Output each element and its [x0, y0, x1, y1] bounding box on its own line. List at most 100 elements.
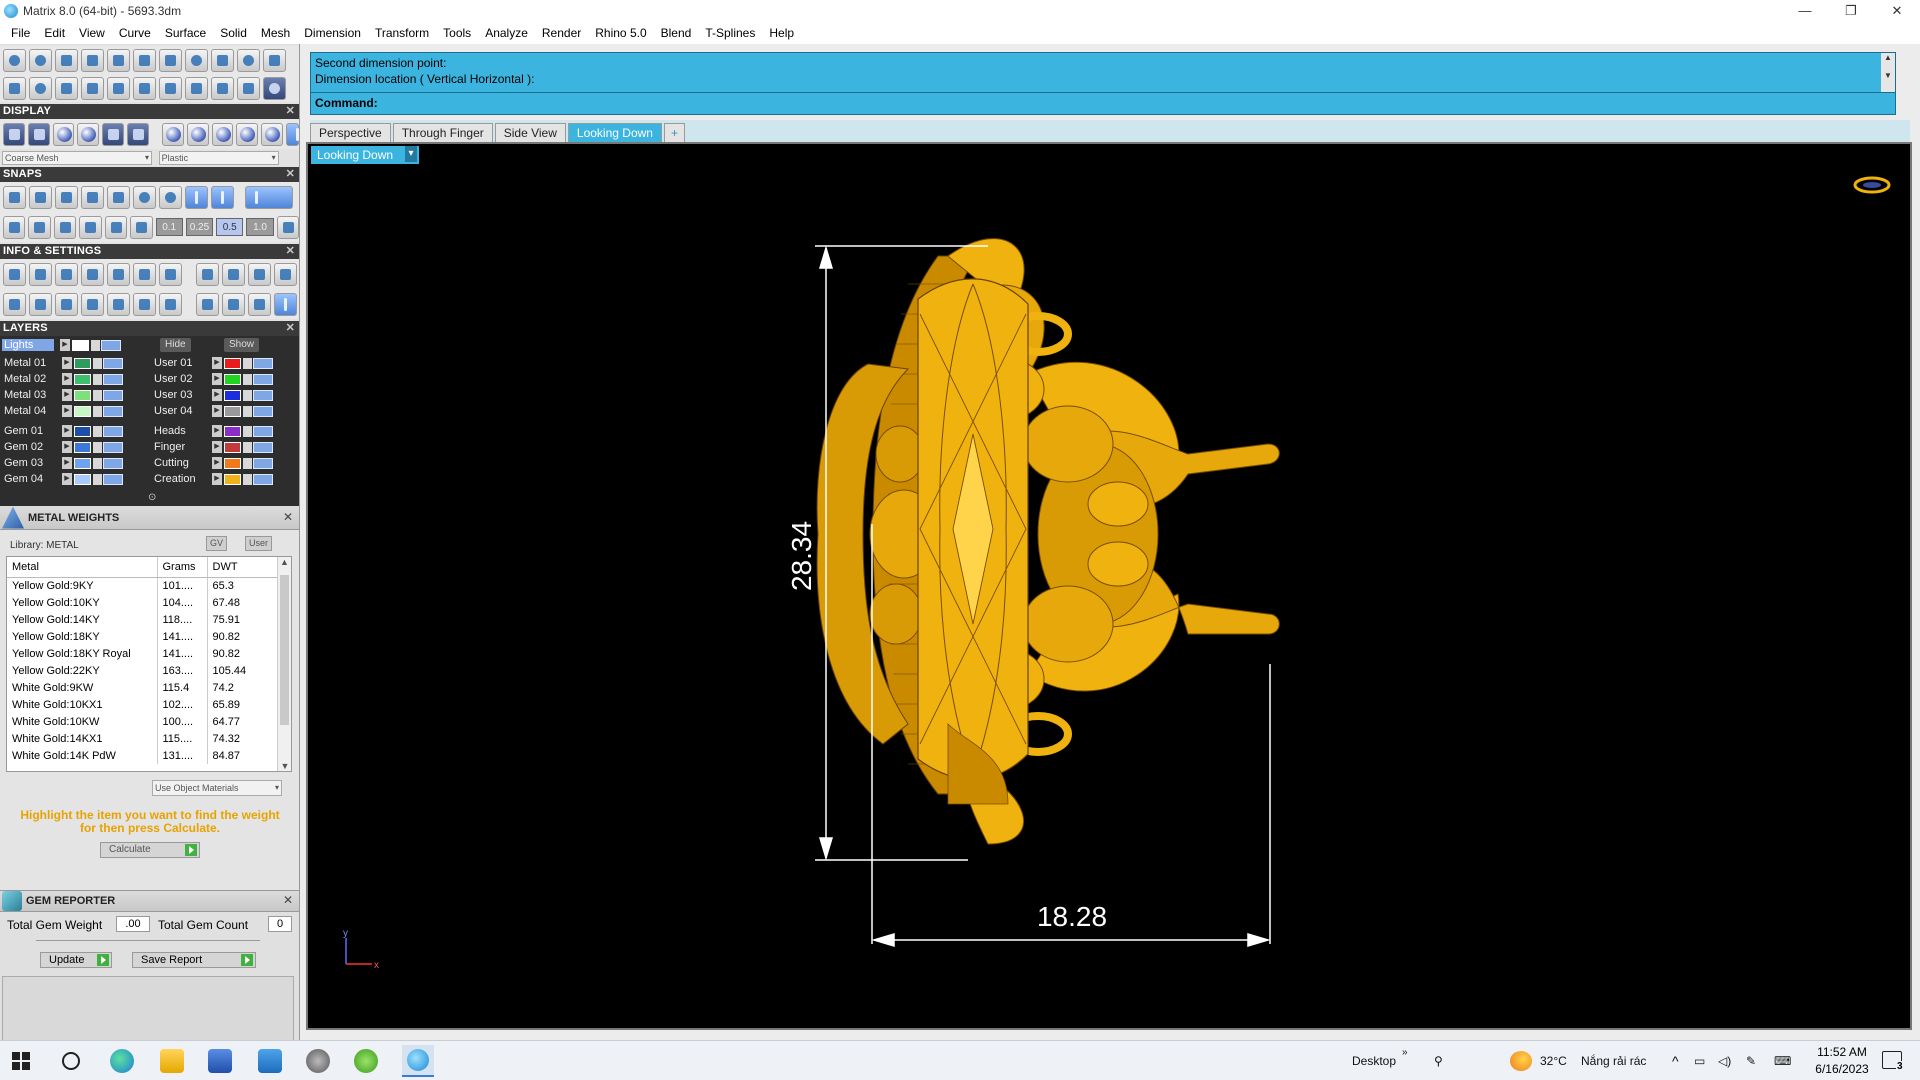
save-report-button[interactable]: Save Report	[132, 952, 256, 968]
lock-icon[interactable]	[243, 441, 252, 453]
menu-solid[interactable]: Solid	[213, 22, 254, 44]
column-header-metal[interactable]: Metal	[7, 557, 158, 578]
layer-menu-arrow[interactable]: ▶	[62, 389, 72, 401]
menu-tsplines[interactable]: T-Splines	[698, 22, 762, 44]
people-icon[interactable]: ⚲	[1434, 1041, 1443, 1080]
viewport-looking-down[interactable]: Looking Down ▾ 28.34 18.28 y x	[306, 142, 1912, 1030]
layer-color-swatch[interactable]	[224, 425, 241, 437]
render-sphere-icon[interactable]	[52, 122, 75, 146]
layer-menu-arrow[interactable]: ▶	[62, 373, 72, 385]
fillet-tool-icon[interactable]	[55, 76, 78, 100]
weather-temperature[interactable]: 32°C	[1540, 1041, 1567, 1080]
use-object-materials-select[interactable]: Use Object Materials	[152, 780, 282, 796]
layer-menu-arrow[interactable]: ▶	[62, 441, 72, 453]
layer-name[interactable]: Cutting	[152, 457, 212, 469]
layer-name[interactable]: Metal 02	[2, 373, 62, 385]
wireframe-icon[interactable]	[3, 122, 25, 146]
snap-quad-icon[interactable]	[159, 185, 182, 209]
snap-perp-icon[interactable]	[107, 185, 130, 209]
network-icon[interactable]: ▭	[1694, 1041, 1705, 1080]
weather-description[interactable]: Nắng rải rác	[1581, 1041, 1646, 1080]
table-icon[interactable]	[159, 292, 182, 316]
table-row[interactable]: Yellow Gold:18KY 141.... 90.82	[7, 628, 278, 645]
layer-row[interactable]: Heads ▶	[152, 424, 273, 438]
layer-menu-arrow[interactable]: ▶	[212, 405, 222, 417]
layer-color-swatch[interactable]	[74, 357, 91, 369]
object-properties-icon[interactable]	[107, 262, 130, 286]
box-icon[interactable]	[81, 262, 104, 286]
lock-icon[interactable]	[93, 473, 102, 485]
snap-knot-icon[interactable]	[211, 185, 234, 209]
layer-visibility-toggle[interactable]	[103, 473, 123, 485]
file-save-icon[interactable]	[248, 262, 271, 286]
layer-name[interactable]: Gem 03	[2, 457, 62, 469]
prong-tool-icon[interactable]	[211, 48, 234, 72]
material-sphere-2-icon[interactable]	[186, 122, 209, 146]
layer-visibility-toggle[interactable]	[103, 373, 123, 385]
layer-color-swatch[interactable]	[224, 389, 241, 401]
layer-menu-arrow[interactable]: ▶	[212, 473, 222, 485]
lock-icon[interactable]	[243, 405, 252, 417]
table-row[interactable]: Yellow Gold:10KY 104.... 67.48	[7, 594, 278, 611]
mirror-icon[interactable]	[159, 76, 182, 100]
bezel-tool-icon[interactable]	[185, 48, 208, 72]
calculate-button[interactable]: Calculate	[100, 842, 200, 858]
file-export-icon[interactable]	[274, 262, 297, 286]
lock-icon[interactable]	[93, 405, 102, 417]
mail-icon[interactable]	[258, 1049, 282, 1073]
restore-button[interactable]: ❐	[1828, 0, 1874, 22]
layer-name[interactable]: User 01	[152, 357, 212, 369]
update-button[interactable]: Update	[40, 952, 112, 968]
column-header-dwt[interactable]: DWT	[207, 557, 278, 578]
layer-visibility-toggle[interactable]	[103, 457, 123, 469]
table-row[interactable]: White Gold:10KX1 102.... 65.89	[7, 696, 278, 713]
planar-icon[interactable]	[28, 215, 51, 239]
grid-snap-icon[interactable]	[3, 215, 26, 239]
store-icon[interactable]	[208, 1049, 232, 1073]
project-icon[interactable]	[53, 215, 77, 239]
table-row[interactable]: Yellow Gold:22KY 163.... 105.44	[7, 662, 278, 679]
array-icon[interactable]	[185, 76, 208, 100]
close-icon[interactable]: ✕	[283, 893, 293, 907]
layer-name[interactable]: Gem 01	[2, 425, 62, 437]
layer-color-swatch[interactable]	[74, 373, 91, 385]
close-icon[interactable]: ✕	[286, 244, 295, 259]
layer-visibility-toggle[interactable]	[253, 473, 273, 485]
light-icon[interactable]	[248, 292, 271, 316]
layer-visibility-toggle[interactable]	[253, 425, 273, 437]
minimize-button[interactable]: —	[1782, 0, 1828, 22]
layer-color-swatch[interactable]	[224, 457, 241, 469]
scroll-thumb[interactable]	[280, 575, 289, 725]
lock-icon[interactable]	[93, 441, 102, 453]
lock-icon[interactable]	[93, 425, 102, 437]
layer-color-swatch[interactable]	[224, 373, 241, 385]
file-open-icon[interactable]	[222, 262, 245, 286]
menu-rhino[interactable]: Rhino 5.0	[588, 22, 653, 44]
table-row[interactable]: Yellow Gold:9KY 101.... 65.3	[7, 577, 278, 594]
layer-menu-arrow[interactable]: ▶	[212, 373, 222, 385]
table-row[interactable]: White Gold:14KX1 115.... 74.32	[7, 730, 278, 747]
layer-name[interactable]: Metal 03	[2, 389, 62, 401]
snap-end-icon[interactable]	[3, 185, 26, 209]
layer-visibility-toggle[interactable]	[253, 373, 273, 385]
windows-start-icon[interactable]	[12, 1052, 30, 1070]
lock-icon[interactable]	[93, 457, 102, 469]
table-row[interactable]: White Gold:10KW 100.... 64.77	[7, 713, 278, 730]
network-icon[interactable]	[133, 292, 156, 316]
pen-icon[interactable]	[133, 262, 156, 286]
table-row[interactable]: Yellow Gold:18KY Royal 141.... 90.82	[7, 645, 278, 662]
close-icon[interactable]: ✕	[286, 104, 295, 119]
smart-track-icon[interactable]	[79, 215, 102, 239]
metal-table-scrollbar[interactable]: ▲ ▼	[277, 557, 291, 771]
layer-menu-arrow[interactable]: ▶	[62, 457, 72, 469]
layer-name[interactable]: Heads	[152, 425, 212, 437]
minus-icon[interactable]	[29, 292, 52, 316]
layer-color-swatch[interactable]	[224, 405, 241, 417]
hide-all-button[interactable]: Hide	[160, 338, 191, 352]
increment-0-5[interactable]: 0.5	[216, 218, 244, 236]
layer-visibility-toggle[interactable]	[103, 425, 123, 437]
ring-model[interactable]	[816, 238, 1280, 845]
filter-icon[interactable]	[107, 292, 130, 316]
layer-visibility-toggle[interactable]	[253, 457, 273, 469]
layer-row[interactable]: Metal 03 ▶	[2, 388, 123, 402]
